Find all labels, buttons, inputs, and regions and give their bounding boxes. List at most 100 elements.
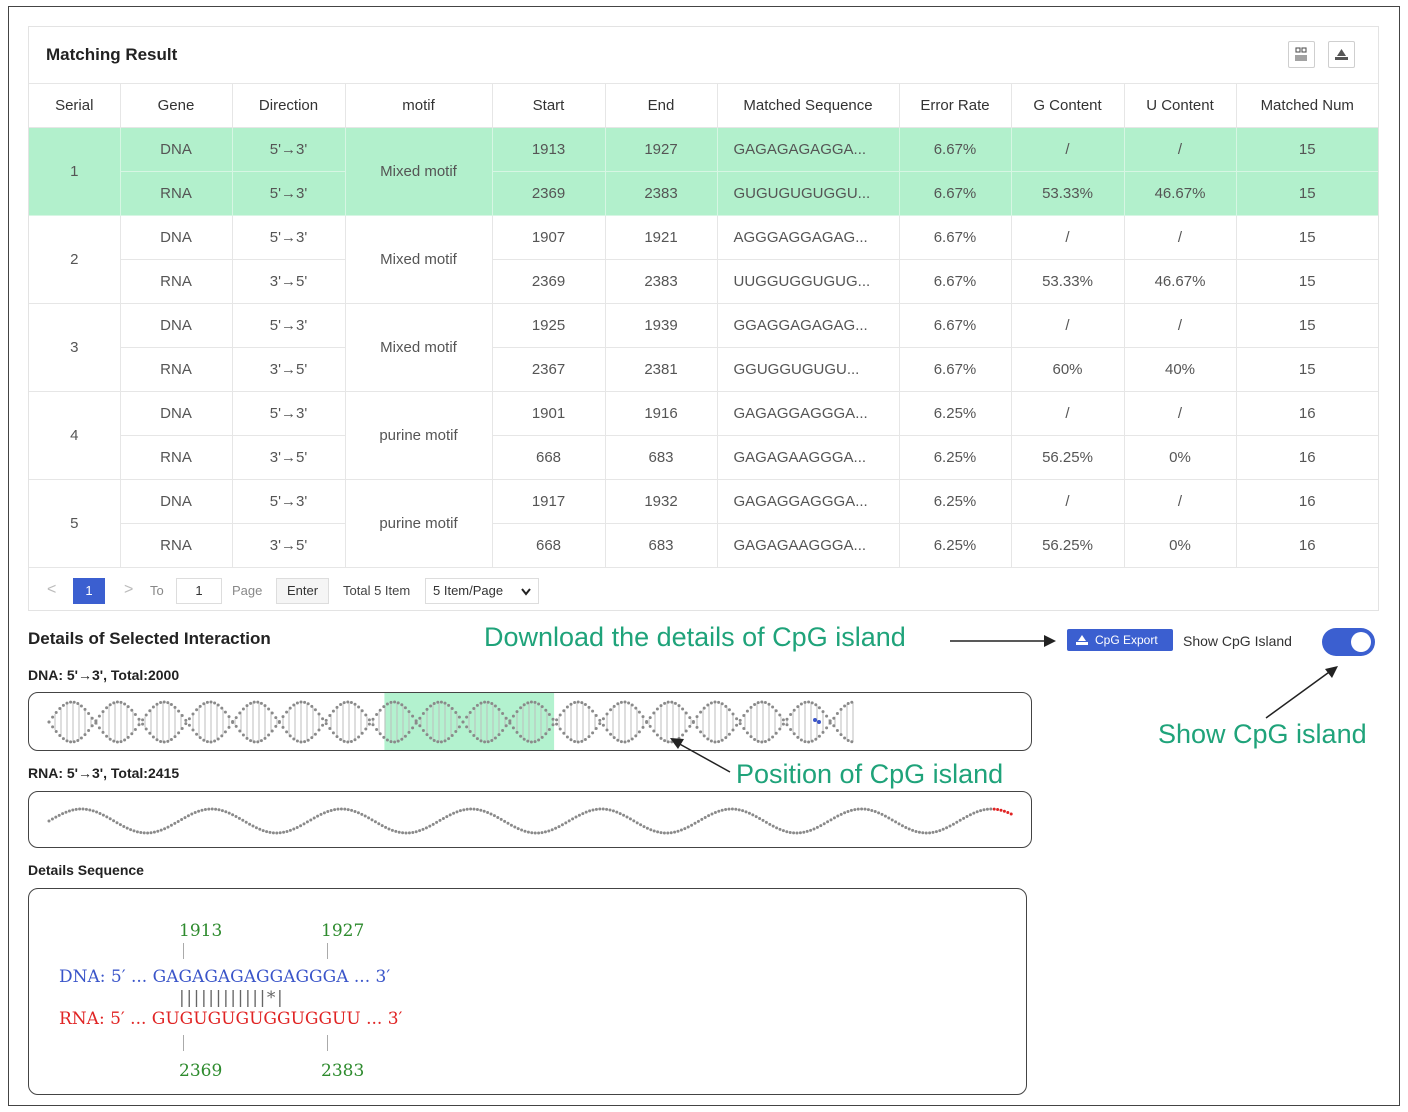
dna-label-rest: : 5'→3', Total:2000 xyxy=(58,667,180,683)
gene-cell: DNA xyxy=(120,391,233,436)
u-content-cell: / xyxy=(1124,479,1237,524)
matched-num-cell: 16 xyxy=(1236,523,1378,568)
g-content-cell: / xyxy=(1011,127,1125,172)
columns-button[interactable] xyxy=(1288,41,1315,68)
g-content-cell: 56.25% xyxy=(1011,523,1125,568)
rna-label-rest: : 5'→3', Total:2415 xyxy=(58,765,180,781)
toggle-knob xyxy=(1351,632,1371,652)
table-row[interactable]: 4 DNA 5'→3' purine motif 1901 1916 GAGAGGAGGGA… xyxy=(29,391,1378,480)
start-cell: 2369 xyxy=(492,171,606,216)
end-cell: 2383 xyxy=(605,259,718,304)
start-cell: 1901 xyxy=(492,391,606,436)
u-content-cell: 0% xyxy=(1124,435,1237,480)
col-header-u-content[interactable]: U Content xyxy=(1124,83,1237,128)
matched-sequence-cell: GAGAGAAGGGA... xyxy=(717,523,900,568)
table-row[interactable]: RNA 5'→3' 2369 2383 GUGUGUGUGGU... 6.67% 53.33… xyxy=(29,171,1378,216)
gene-cell: DNA xyxy=(120,303,233,348)
end-cell: 1932 xyxy=(605,479,718,524)
matched-num-cell: 16 xyxy=(1236,479,1378,524)
col-header-direction[interactable]: Direction xyxy=(232,83,346,128)
cpg-export-button[interactable]: CpG Export xyxy=(1067,629,1173,651)
start-cell: 1917 xyxy=(492,479,606,524)
gene-cell: RNA xyxy=(120,347,233,392)
dna-track xyxy=(28,692,1032,751)
prev-page-button[interactable]: < xyxy=(47,581,56,599)
table-row[interactable]: 1 DNA 5'→3' Mixed motif 1913 1927 GAGAGAGAGGA.… xyxy=(29,127,1378,216)
page-1-button[interactable]: 1 xyxy=(73,578,105,604)
tick-line xyxy=(327,1035,328,1051)
gene-cell: RNA xyxy=(120,259,233,304)
col-header-end[interactable]: End xyxy=(605,83,718,128)
direction-cell: 5'→3' xyxy=(232,479,346,524)
enter-button[interactable]: Enter xyxy=(276,578,329,604)
col-header-error-rate[interactable]: Error Rate xyxy=(899,83,1012,128)
col-header-gene[interactable]: Gene xyxy=(120,83,233,128)
error-rate-cell: 6.67% xyxy=(899,259,1012,304)
gene-cell: DNA xyxy=(120,215,233,260)
page-label: Page xyxy=(232,583,263,598)
u-content-cell: 46.67% xyxy=(1124,171,1237,216)
annotation-download: Download the details of CpG island xyxy=(484,622,906,652)
g-content-cell: 56.25% xyxy=(1011,435,1125,480)
matched-num-cell: 15 xyxy=(1236,171,1378,216)
error-rate-cell: 6.67% xyxy=(899,215,1012,260)
motif-cell: purine motif xyxy=(345,479,493,568)
error-rate-cell: 6.67% xyxy=(899,127,1012,172)
rna-wave-graphic xyxy=(47,807,1013,835)
gene-cell: RNA xyxy=(120,435,233,480)
start-cell: 1913 xyxy=(492,127,606,172)
table-row[interactable]: RNA 3'→5' 2367 2381 GGUGGUGUGU... 6.67% 60% 40%… xyxy=(29,347,1378,392)
dna-label-name: DNA xyxy=(28,667,59,683)
col-header-motif[interactable]: motif xyxy=(345,83,493,128)
gene-cell: DNA xyxy=(120,479,233,524)
end-cell: 1916 xyxy=(605,391,718,436)
matched-num-cell: 15 xyxy=(1236,259,1378,304)
matched-sequence-cell: GGAGGAGAGAG... xyxy=(717,303,900,348)
goto-page-input[interactable]: 1 xyxy=(176,578,222,604)
g-content-cell: 60% xyxy=(1011,347,1125,392)
col-header-g-content[interactable]: G Content xyxy=(1011,83,1125,128)
details-sequence-box: 1913 1927 DNA: 5′ ... GAGAGAGAGGAGGGA ..… xyxy=(28,888,1027,1095)
dna-match-marker xyxy=(817,720,821,724)
show-cpg-label: Show CpG Island xyxy=(1183,633,1292,649)
page-size-select[interactable]: 5 Item/Page xyxy=(425,578,539,604)
gene-cell: RNA xyxy=(120,171,233,216)
table-row[interactable]: RNA 3'→5' 2369 2383 UUGGUGGUGUG... 6.67% 53.33… xyxy=(29,259,1378,304)
gene-cell: DNA xyxy=(120,127,233,172)
col-header-matched-num[interactable]: Matched Num xyxy=(1236,83,1378,128)
u-content-cell: 40% xyxy=(1124,347,1237,392)
col-header-serial[interactable]: Serial xyxy=(29,83,121,128)
export-button[interactable] xyxy=(1328,41,1355,68)
col-header-start[interactable]: Start xyxy=(492,83,606,128)
start-cell: 668 xyxy=(492,523,606,568)
end-cell: 683 xyxy=(605,435,718,480)
end-cell: 2381 xyxy=(605,347,718,392)
rna-start-position: 2369 xyxy=(179,1061,223,1081)
columns-icon xyxy=(1295,47,1307,61)
col-header-matched-sequence[interactable]: Matched Sequence xyxy=(717,83,900,128)
matched-sequence-cell: GUGUGUGUGGU... xyxy=(717,171,900,216)
pagination: < 1 > To 1 Page Enter Total 5 Item 5 Ite… xyxy=(29,573,1378,611)
results-table: Serial Gene Direction motif Start End Ma… xyxy=(29,83,1378,568)
arrow-to-cpg-icon xyxy=(670,738,731,773)
table-row[interactable]: 5 DNA 5'→3' purine motif 1917 1932 GAGAGGAGGGA… xyxy=(29,479,1378,568)
table-row[interactable]: RNA 3'→5' 668 683 GAGAGAAGGGA... 6.25% 56.25% 0… xyxy=(29,523,1378,568)
next-page-button[interactable]: > xyxy=(124,581,133,599)
page-size-value: 5 Item/Page xyxy=(433,583,504,598)
table-row[interactable]: 2 DNA 5'→3' Mixed motif 1907 1921 AGGGAGGAGAG.… xyxy=(29,215,1378,304)
u-content-cell: 0% xyxy=(1124,523,1237,568)
show-cpg-toggle[interactable] xyxy=(1322,628,1375,656)
error-rate-cell: 6.25% xyxy=(899,479,1012,524)
details-title: Details of Selected Interaction xyxy=(28,629,271,648)
u-content-cell: / xyxy=(1124,127,1237,172)
direction-cell: 5'→3' xyxy=(232,391,346,436)
panel-title: Matching Result xyxy=(46,45,178,64)
tick-line xyxy=(183,1035,184,1051)
matched-num-cell: 15 xyxy=(1236,303,1378,348)
table-row[interactable]: 3 DNA 5'→3' Mixed motif 1925 1939 GGAGGAGAGAG.… xyxy=(29,303,1378,392)
u-content-cell: / xyxy=(1124,391,1237,436)
table-row[interactable]: RNA 3'→5' 668 683 GAGAGAAGGGA... 6.25% 56.25% 0… xyxy=(29,435,1378,480)
u-content-cell: 46.67% xyxy=(1124,259,1237,304)
start-cell: 668 xyxy=(492,435,606,480)
end-cell: 1921 xyxy=(605,215,718,260)
